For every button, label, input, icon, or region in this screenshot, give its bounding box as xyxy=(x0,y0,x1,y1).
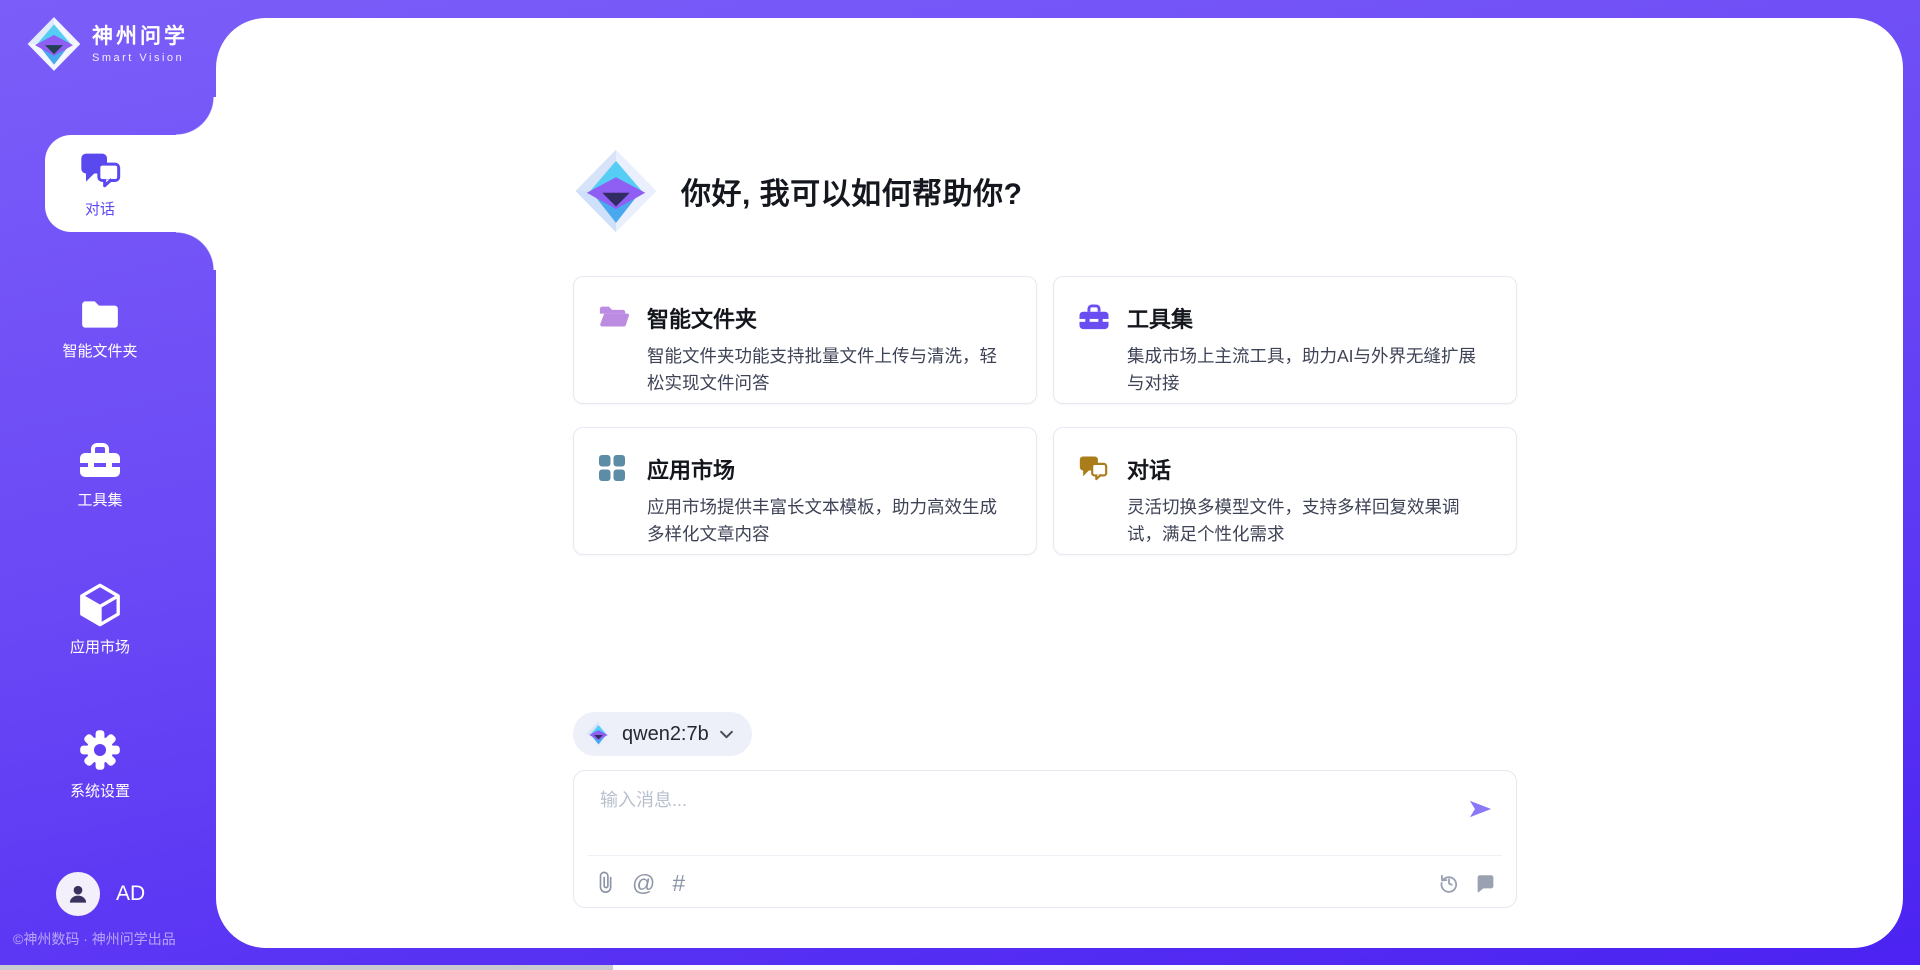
card-body: 对话 灵活切换多模型文件，支持多样回复效果调试，满足个性化需求 xyxy=(1127,453,1492,554)
card-title: 应用市场 xyxy=(647,453,1012,485)
card-chat[interactable]: 对话 灵活切换多模型文件，支持多样回复效果调试，满足个性化需求 xyxy=(1053,427,1517,555)
card-body: 工具集 集成市场上主流工具，助力AI与外界无缝扩展与对接 xyxy=(1127,302,1492,403)
scrollbar-thumb[interactable] xyxy=(0,965,613,970)
model-name: qwen2:7b xyxy=(622,723,709,746)
card-smart-folder[interactable]: 智能文件夹 智能文件夹功能支持批量文件上传与清洗，轻松实现文件问答 xyxy=(573,276,1037,404)
card-description: 智能文件夹功能支持批量文件上传与清洗，轻松实现文件问答 xyxy=(647,343,1012,397)
composer-toolbar: @ # xyxy=(598,867,1496,899)
card-app-market[interactable]: 应用市场 应用市场提供丰富长文本模板，助力高效生成多样化文章内容 xyxy=(573,427,1037,555)
sidebar-item-app-market[interactable]: 应用市场 xyxy=(0,582,200,657)
sidebar-item-chat[interactable]: 对话 xyxy=(0,150,200,219)
brand-diamond-icon xyxy=(573,148,659,234)
app-subtitle: Smart Vision xyxy=(92,52,188,64)
user-initials: AD xyxy=(116,882,145,906)
composer-left-tools: @ # xyxy=(598,871,685,895)
toolbox-icon xyxy=(1078,302,1110,403)
grid-icon xyxy=(598,453,630,554)
at-icon[interactable]: @ xyxy=(632,872,655,895)
tab-fillet-bottom xyxy=(176,232,216,270)
send-icon[interactable] xyxy=(1466,797,1494,821)
sidebar-item-toolset[interactable]: 工具集 xyxy=(0,441,200,510)
sidebar-item-label: 系统设置 xyxy=(70,780,130,801)
card-title: 工具集 xyxy=(1127,302,1492,334)
message-composer: @ # xyxy=(573,770,1517,908)
folder-open-icon xyxy=(598,302,630,403)
composer-divider xyxy=(588,855,1502,856)
sidebar: 神州问学 Smart Vision 对话 智能文件夹 xyxy=(0,0,216,970)
card-toolset[interactable]: 工具集 集成市场上主流工具，助力AI与外界无缝扩展与对接 xyxy=(1053,276,1517,404)
sidebar-item-label: 工具集 xyxy=(77,489,122,510)
cube-icon xyxy=(77,582,123,628)
chevron-down-icon xyxy=(719,730,734,739)
feature-cards: 智能文件夹 智能文件夹功能支持批量文件上传与清洗，轻松实现文件问答 xyxy=(573,276,1517,555)
app-title-block: 神州问学 Smart Vision xyxy=(92,25,188,64)
card-title: 智能文件夹 xyxy=(647,302,1012,334)
card-title: 对话 xyxy=(1127,453,1492,485)
hash-icon[interactable]: # xyxy=(672,872,685,895)
model-diamond-icon xyxy=(585,721,612,748)
card-description: 灵活切换多模型文件，支持多样回复效果调试，满足个性化需求 xyxy=(1127,494,1492,548)
model-selector[interactable]: qwen2:7b xyxy=(573,712,752,756)
sidebar-item-label: 对话 xyxy=(85,198,115,219)
sidebar-item-smart-folder[interactable]: 智能文件夹 xyxy=(0,296,200,361)
comment-icon[interactable] xyxy=(1475,873,1496,894)
chat-icon xyxy=(1078,453,1110,554)
sidebar-item-settings[interactable]: 系统设置 xyxy=(0,728,200,801)
sidebar-item-label: 智能文件夹 xyxy=(62,340,137,361)
chat-icon xyxy=(79,150,121,190)
brand-diamond-icon xyxy=(26,16,82,72)
card-description: 集成市场上主流工具，助力AI与外界无缝扩展与对接 xyxy=(1127,343,1492,397)
main-panel: 你好, 我可以如何帮助你? 智能文件夹 智能文件夹功能支持批量文件上传与清洗，轻… xyxy=(216,18,1903,948)
card-body: 智能文件夹 智能文件夹功能支持批量文件上传与清洗，轻松实现文件问答 xyxy=(647,302,1012,403)
composer-right-tools xyxy=(1438,872,1496,894)
avatar xyxy=(56,872,100,916)
copyright-footer: ©神州数码 · 神州问学出品 xyxy=(13,929,176,949)
card-description: 应用市场提供丰富长文本模板，助力高效生成多样化文章内容 xyxy=(647,494,1012,548)
gear-icon xyxy=(78,728,122,772)
card-body: 应用市场 应用市场提供丰富长文本模板，助力高效生成多样化文章内容 xyxy=(647,453,1012,554)
tab-fillet-top xyxy=(176,97,216,135)
person-icon xyxy=(65,881,91,907)
message-input[interactable] xyxy=(598,789,1442,812)
toolbox-icon xyxy=(78,441,122,481)
history-icon[interactable] xyxy=(1438,872,1460,894)
page-title: 你好, 我可以如何帮助你? xyxy=(681,169,1023,213)
user-account[interactable]: AD xyxy=(56,872,145,916)
sidebar-item-label: 应用市场 xyxy=(70,636,130,657)
horizontal-scrollbar[interactable] xyxy=(0,965,1920,970)
paperclip-icon[interactable] xyxy=(598,871,615,895)
folder-icon xyxy=(79,296,121,332)
app-logo: 神州问学 Smart Vision xyxy=(26,16,188,72)
greeting-row: 你好, 我可以如何帮助你? xyxy=(573,148,1023,234)
app-title: 神州问学 xyxy=(92,25,188,49)
